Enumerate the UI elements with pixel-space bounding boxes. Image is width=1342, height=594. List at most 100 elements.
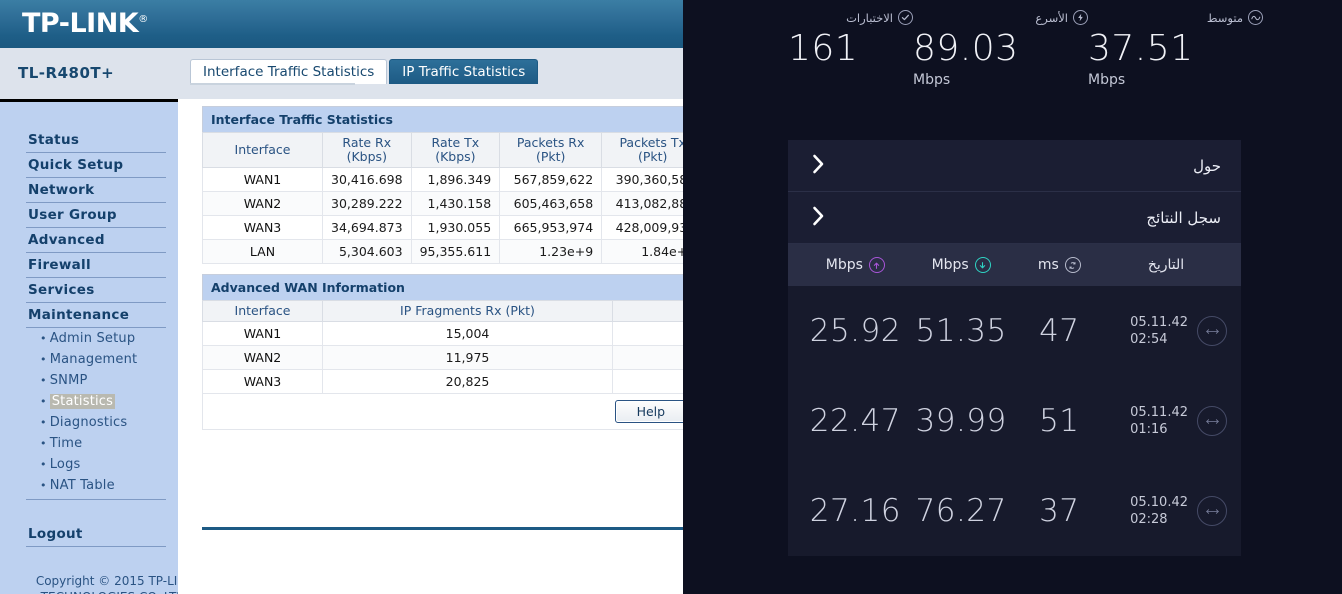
results-row-upload: 25.92 — [809, 313, 901, 349]
sidebar-subitem-snmp[interactable]: • SNMP — [26, 370, 166, 391]
sidebar-item-maintenance[interactable]: Maintenance — [26, 303, 166, 328]
server-exchange-icon — [1197, 316, 1227, 346]
tp-link-logo: TP-LINK® — [22, 8, 148, 39]
help-button[interactable]: Help — [614, 400, 687, 423]
upload-icon — [868, 257, 885, 273]
cell-packets-rx: 665,953,974 — [499, 215, 603, 240]
speedtest-card: حول سجل النتائج التاريخ ms Mbps Mbps 05.… — [788, 140, 1241, 556]
stat-tests: الاختبارات 161 — [788, 10, 913, 88]
tab-interface-traffic-statistics[interactable]: Interface Traffic Statistics — [190, 59, 388, 84]
col-header-ping[interactable]: ms — [1014, 257, 1105, 273]
bullet-icon: • — [40, 416, 47, 429]
speedtest-overlay-panel: الاختبارات 161 الأسرع 89.03 Mbps متوسط 3… — [683, 0, 1342, 594]
col-rate-tx: Rate Tx (Kbps) — [410, 132, 501, 168]
sidebar-subitem-label: Admin Setup — [49, 331, 136, 346]
sidebar-item-status[interactable]: Status — [26, 128, 166, 153]
sidebar-subitem-label: Diagnostics — [49, 415, 128, 430]
results-row-download: 76.27 — [915, 493, 1007, 529]
results-row-date: 05.10.42 — [1130, 495, 1188, 510]
col-header-upload[interactable]: Mbps — [802, 257, 909, 273]
sidebar-subitem-time[interactable]: • Time — [26, 433, 166, 454]
cell-rate-rx: 34,694.873 — [322, 215, 412, 240]
results-row[interactable]: 05.10.42 02:28 37 76.27 27.16 — [788, 466, 1241, 556]
sidebar-item-quick-setup[interactable]: Quick Setup — [26, 153, 166, 178]
sidebar-item-advanced[interactable]: Advanced — [26, 228, 166, 253]
results-row-datetime: 05.11.42 01:16 — [1130, 404, 1188, 438]
results-row-upload: 22.47 — [809, 403, 901, 439]
results-row-ping: 51 — [1039, 403, 1080, 439]
bullet-icon: • — [40, 374, 47, 387]
wave-circle-icon — [1248, 10, 1263, 25]
cell-rate-rx: 5,304.603 — [322, 239, 412, 264]
sidebar-item-services[interactable]: Services — [26, 278, 166, 303]
stat-average-header: متوسط — [1088, 10, 1263, 25]
stat-tests-label: الاختبارات — [846, 10, 893, 25]
results-row-download: 39.99 — [915, 403, 1007, 439]
results-row-date: 05.11.42 — [1130, 405, 1188, 420]
col-packets-rx: Packets Rx (Pkt) — [499, 132, 603, 168]
copyright-text: Copyright © 2015 TP-LINK TECHNOLOGIES CO… — [35, 574, 195, 594]
results-row-time: 01:16 — [1130, 422, 1168, 437]
cell-rate-tx: 95,355.611 — [410, 239, 501, 264]
tab-ip-traffic-statistics[interactable]: IP Traffic Statistics — [389, 59, 539, 84]
cell-ip-fragments: 20,825 — [322, 369, 613, 394]
stat-fastest-unit: Mbps — [913, 72, 951, 88]
stat-average-value: 37.51 — [1088, 28, 1194, 69]
sidebar-item-logout[interactable]: Logout — [26, 522, 166, 547]
menu-row-results-log[interactable]: سجل النتائج — [788, 192, 1241, 244]
sidebar: Status Quick Setup Network User Group Ad… — [0, 102, 194, 594]
sidebar-item-firewall[interactable]: Firewall — [26, 253, 166, 278]
cell-interface: LAN — [202, 239, 323, 264]
chevron-right-icon — [812, 206, 825, 230]
server-exchange-icon — [1197, 496, 1227, 526]
sidebar-subitem-nat-table[interactable]: • NAT Table — [26, 475, 166, 496]
cell-rate-tx: 1,430.158 — [410, 191, 501, 216]
tab-underline — [190, 83, 355, 85]
col-header-date[interactable]: التاريخ — [1105, 257, 1227, 273]
results-row[interactable]: 05.11.42 01:16 51 39.99 22.47 — [788, 376, 1241, 466]
results-row-datetime: 05.10.42 02:28 — [1130, 494, 1188, 528]
cell-interface: WAN2 — [202, 345, 323, 370]
cell-rate-tx: 1,930.055 — [410, 215, 501, 240]
sidebar-subitem-label: Management — [49, 352, 138, 367]
stat-average-unit: Mbps — [1088, 72, 1126, 88]
results-row[interactable]: 05.11.42 02:54 47 51.35 25.92 — [788, 286, 1241, 376]
server-exchange-icon — [1197, 406, 1227, 436]
stat-tests-header: الاختبارات — [788, 10, 913, 25]
col-ip-fragments-rx: IP Fragments Rx (Pkt) — [322, 300, 613, 322]
col-rate-rx: Rate Rx (Kbps) — [322, 132, 412, 168]
sidebar-subitem-statistics[interactable]: • Statistics — [26, 391, 166, 412]
sidebar-item-user-group[interactable]: User Group — [26, 203, 166, 228]
cell-interface: WAN1 — [202, 167, 323, 192]
results-row-time: 02:28 — [1130, 512, 1168, 527]
results-row-ping: 37 — [1039, 493, 1080, 529]
stat-fastest-header: الأسرع — [913, 10, 1088, 25]
brand-text: TP-LINK — [22, 8, 139, 39]
sidebar-subitem-label: NAT Table — [49, 478, 115, 493]
stat-fastest: الأسرع 89.03 Mbps — [913, 10, 1088, 88]
sidebar-subitem-label: Logs — [49, 457, 81, 472]
cell-rate-rx: 30,289.222 — [322, 191, 412, 216]
download-icon — [974, 257, 991, 273]
cell-interface: WAN3 — [202, 215, 323, 240]
stat-fastest-label: الأسرع — [1035, 10, 1068, 25]
cell-interface: WAN2 — [202, 191, 323, 216]
col-header-download[interactable]: Mbps — [909, 257, 1014, 273]
bullet-icon: • — [40, 395, 47, 408]
results-row-date-cell: 05.10.42 02:28 — [1105, 494, 1227, 528]
sidebar-subitem-logs[interactable]: • Logs — [26, 454, 166, 475]
results-row-date-cell: 05.11.42 02:54 — [1105, 314, 1227, 348]
stat-average-label: متوسط — [1206, 10, 1243, 25]
results-row-ping: 47 — [1039, 313, 1080, 349]
sidebar-item-network[interactable]: Network — [26, 178, 166, 203]
sidebar-subitem-admin-setup[interactable]: • Admin Setup — [26, 328, 166, 349]
sidebar-subitem-diagnostics[interactable]: • Diagnostics — [26, 412, 166, 433]
cell-interface: WAN3 — [202, 369, 323, 394]
results-table-body: 05.11.42 02:54 47 51.35 25.92 05.11.42 01:… — [788, 286, 1241, 556]
bullet-icon: • — [40, 458, 47, 471]
col-header-download-label: Mbps — [931, 257, 969, 273]
col-interface: Interface — [202, 300, 323, 322]
sidebar-menu: Status Quick Setup Network User Group Ad… — [26, 128, 194, 594]
menu-row-about[interactable]: حول — [788, 140, 1241, 192]
sidebar-subitem-management[interactable]: • Management — [26, 349, 166, 370]
